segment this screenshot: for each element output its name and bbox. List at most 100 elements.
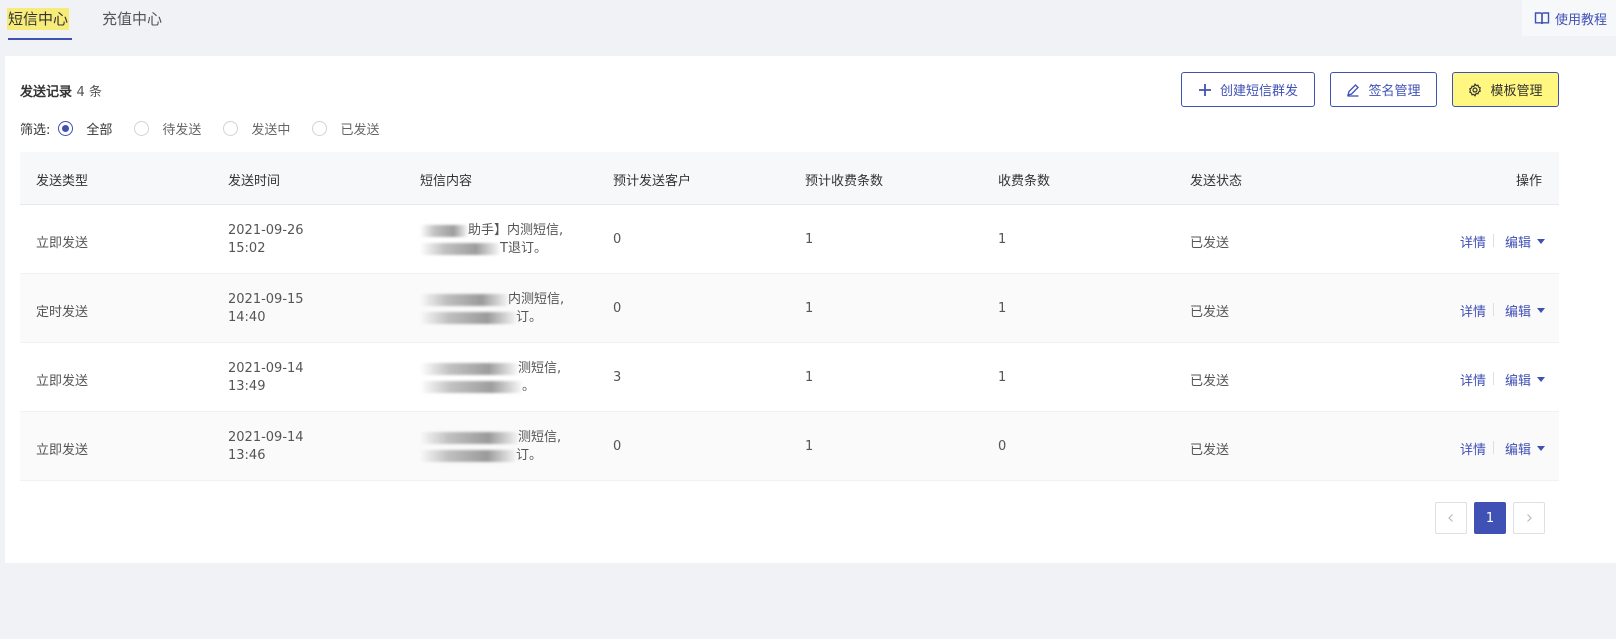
column-header: 短信内容 bbox=[420, 174, 473, 189]
edit-dropdown[interactable]: 编辑 bbox=[1505, 232, 1546, 251]
chevron-right-icon bbox=[1527, 514, 1532, 522]
gear-icon bbox=[1469, 82, 1482, 97]
detail-link[interactable]: 详情 bbox=[1460, 301, 1486, 320]
sms-content-line: 助手】内测短信, bbox=[468, 223, 564, 238]
column-header: 预计收费条数 bbox=[805, 174, 884, 189]
sms-content-line: T退订。 bbox=[500, 241, 547, 256]
estimated-fee-count: 1 bbox=[805, 232, 814, 247]
sms-content-line: 订。 bbox=[516, 310, 543, 325]
tab-recharge-center[interactable]: 充值中心 bbox=[102, 8, 162, 30]
send-records-table: 发送类型 发送时间 短信内容 预计发送客户 预计收费条数 收费条数 发送状态 操… bbox=[20, 152, 1559, 481]
help-tutorial-button[interactable]: 使用教程 bbox=[1522, 0, 1616, 36]
filter-option-label: 发送中 bbox=[251, 122, 291, 138]
create-sms-broadcast-label: 创建短信群发 bbox=[1219, 84, 1298, 99]
sms-content-line: 。 bbox=[522, 379, 536, 394]
send-status: 已发送 bbox=[1190, 443, 1230, 458]
edit-dropdown[interactable]: 编辑 bbox=[1505, 301, 1546, 320]
filter-option-all[interactable]: 全部 bbox=[58, 119, 112, 138]
fee-count: 0 bbox=[998, 439, 1007, 454]
next-page-button[interactable] bbox=[1513, 502, 1545, 534]
fee-count: 1 bbox=[998, 301, 1007, 316]
records-header: 发送记录 4 条 bbox=[20, 81, 102, 100]
column-header: 发送状态 bbox=[1190, 174, 1243, 189]
send-type: 定时发送 bbox=[36, 305, 89, 320]
divider bbox=[1493, 372, 1494, 385]
detail-link[interactable]: 详情 bbox=[1460, 439, 1486, 458]
sms-content-line: 订。 bbox=[516, 448, 543, 463]
send-date: 2021-09-26 bbox=[228, 223, 304, 238]
column-header: 发送类型 bbox=[36, 174, 89, 189]
table-row: 定时发送 2021-09-15 14:40 内测短信, 订。 0 1 1 已发送 … bbox=[20, 274, 1559, 343]
redacted-text bbox=[420, 362, 518, 375]
signature-management-label: 签名管理 bbox=[1368, 84, 1421, 99]
send-status: 已发送 bbox=[1190, 236, 1230, 251]
book-icon bbox=[1534, 12, 1550, 25]
help-tutorial-label: 使用教程 bbox=[1555, 12, 1608, 28]
divider bbox=[1493, 441, 1494, 454]
send-type: 立即发送 bbox=[36, 236, 89, 251]
filter-label: 筛选: bbox=[20, 122, 51, 138]
detail-link[interactable]: 详情 bbox=[1460, 370, 1486, 389]
send-time: 2021-09-14 13:46 bbox=[228, 429, 304, 465]
filter-option-pending[interactable]: 待发送 bbox=[134, 119, 201, 138]
filter-option-label: 待发送 bbox=[162, 122, 202, 138]
redacted-text bbox=[420, 293, 508, 306]
fee-count: 1 bbox=[998, 370, 1007, 385]
sms-content-line: 测短信, bbox=[518, 430, 562, 445]
edit-dropdown[interactable]: 编辑 bbox=[1505, 370, 1546, 389]
redacted-text bbox=[420, 311, 516, 324]
estimated-customers: 0 bbox=[613, 301, 622, 316]
caret-down-icon bbox=[1537, 377, 1546, 382]
redacted-text bbox=[420, 380, 522, 393]
estimated-customers: 0 bbox=[613, 232, 622, 247]
divider bbox=[1493, 303, 1494, 316]
chevron-left-icon bbox=[1448, 514, 1453, 522]
page-number-button[interactable]: 1 bbox=[1474, 502, 1506, 534]
column-header: 操作 bbox=[1516, 174, 1543, 189]
edit-dropdown[interactable]: 编辑 bbox=[1505, 439, 1546, 458]
template-management-button[interactable]: 模板管理 bbox=[1452, 72, 1559, 107]
caret-down-icon bbox=[1537, 239, 1546, 244]
records-count: 4 条 bbox=[76, 85, 102, 100]
send-clock: 14:40 bbox=[228, 310, 266, 325]
estimated-fee-count: 1 bbox=[805, 370, 814, 385]
template-management-label: 模板管理 bbox=[1490, 84, 1543, 99]
sms-content-line: 测短信, bbox=[518, 361, 562, 376]
send-type: 立即发送 bbox=[36, 443, 89, 458]
column-header: 收费条数 bbox=[998, 174, 1051, 189]
records-title: 发送记录 bbox=[20, 85, 73, 100]
filter-option-sending[interactable]: 发送中 bbox=[223, 119, 290, 138]
send-type: 立即发送 bbox=[36, 374, 89, 389]
redacted-text bbox=[420, 242, 500, 255]
edit-label: 编辑 bbox=[1505, 374, 1532, 389]
sms-content: 内测短信, 订。 bbox=[420, 291, 570, 327]
send-status: 已发送 bbox=[1190, 305, 1230, 320]
table-row: 立即发送 2021-09-26 15:02 助手】内测短信, T退订。 0 1 1… bbox=[20, 205, 1559, 274]
create-sms-broadcast-button[interactable]: 创建短信群发 bbox=[1181, 72, 1315, 107]
send-clock: 15:02 bbox=[228, 241, 266, 256]
filter-option-sent[interactable]: 已发送 bbox=[312, 119, 379, 138]
estimated-customers: 0 bbox=[613, 439, 622, 454]
divider bbox=[1493, 234, 1494, 247]
send-time: 2021-09-26 15:02 bbox=[228, 222, 304, 258]
filter-option-label: 全部 bbox=[86, 122, 113, 138]
send-time: 2021-09-15 14:40 bbox=[228, 291, 304, 327]
send-status: 已发送 bbox=[1190, 374, 1230, 389]
table-row: 立即发送 2021-09-14 13:49 测短信, 。 3 1 1 已发送 详情… bbox=[20, 343, 1559, 412]
detail-link[interactable]: 详情 bbox=[1460, 232, 1486, 251]
plus-icon bbox=[1198, 83, 1211, 96]
estimated-fee-count: 1 bbox=[805, 301, 814, 316]
top-bar: 短信中心 充值中心 使用教程 bbox=[0, 0, 1616, 56]
radio-unchecked-icon bbox=[312, 120, 328, 136]
send-date: 2021-09-15 bbox=[228, 292, 304, 307]
radio-unchecked-icon bbox=[134, 120, 150, 136]
prev-page-button[interactable] bbox=[1435, 502, 1467, 534]
sms-content-line: 内测短信, bbox=[508, 292, 565, 307]
sms-content: 测短信, 。 bbox=[420, 360, 570, 396]
signature-management-button[interactable]: 签名管理 bbox=[1330, 72, 1437, 107]
estimated-customers: 3 bbox=[613, 370, 622, 385]
column-header: 发送时间 bbox=[228, 174, 281, 189]
tab-sms-center[interactable]: 短信中心 bbox=[7, 8, 70, 30]
redacted-text bbox=[420, 431, 518, 444]
edit-label: 编辑 bbox=[1505, 443, 1532, 458]
